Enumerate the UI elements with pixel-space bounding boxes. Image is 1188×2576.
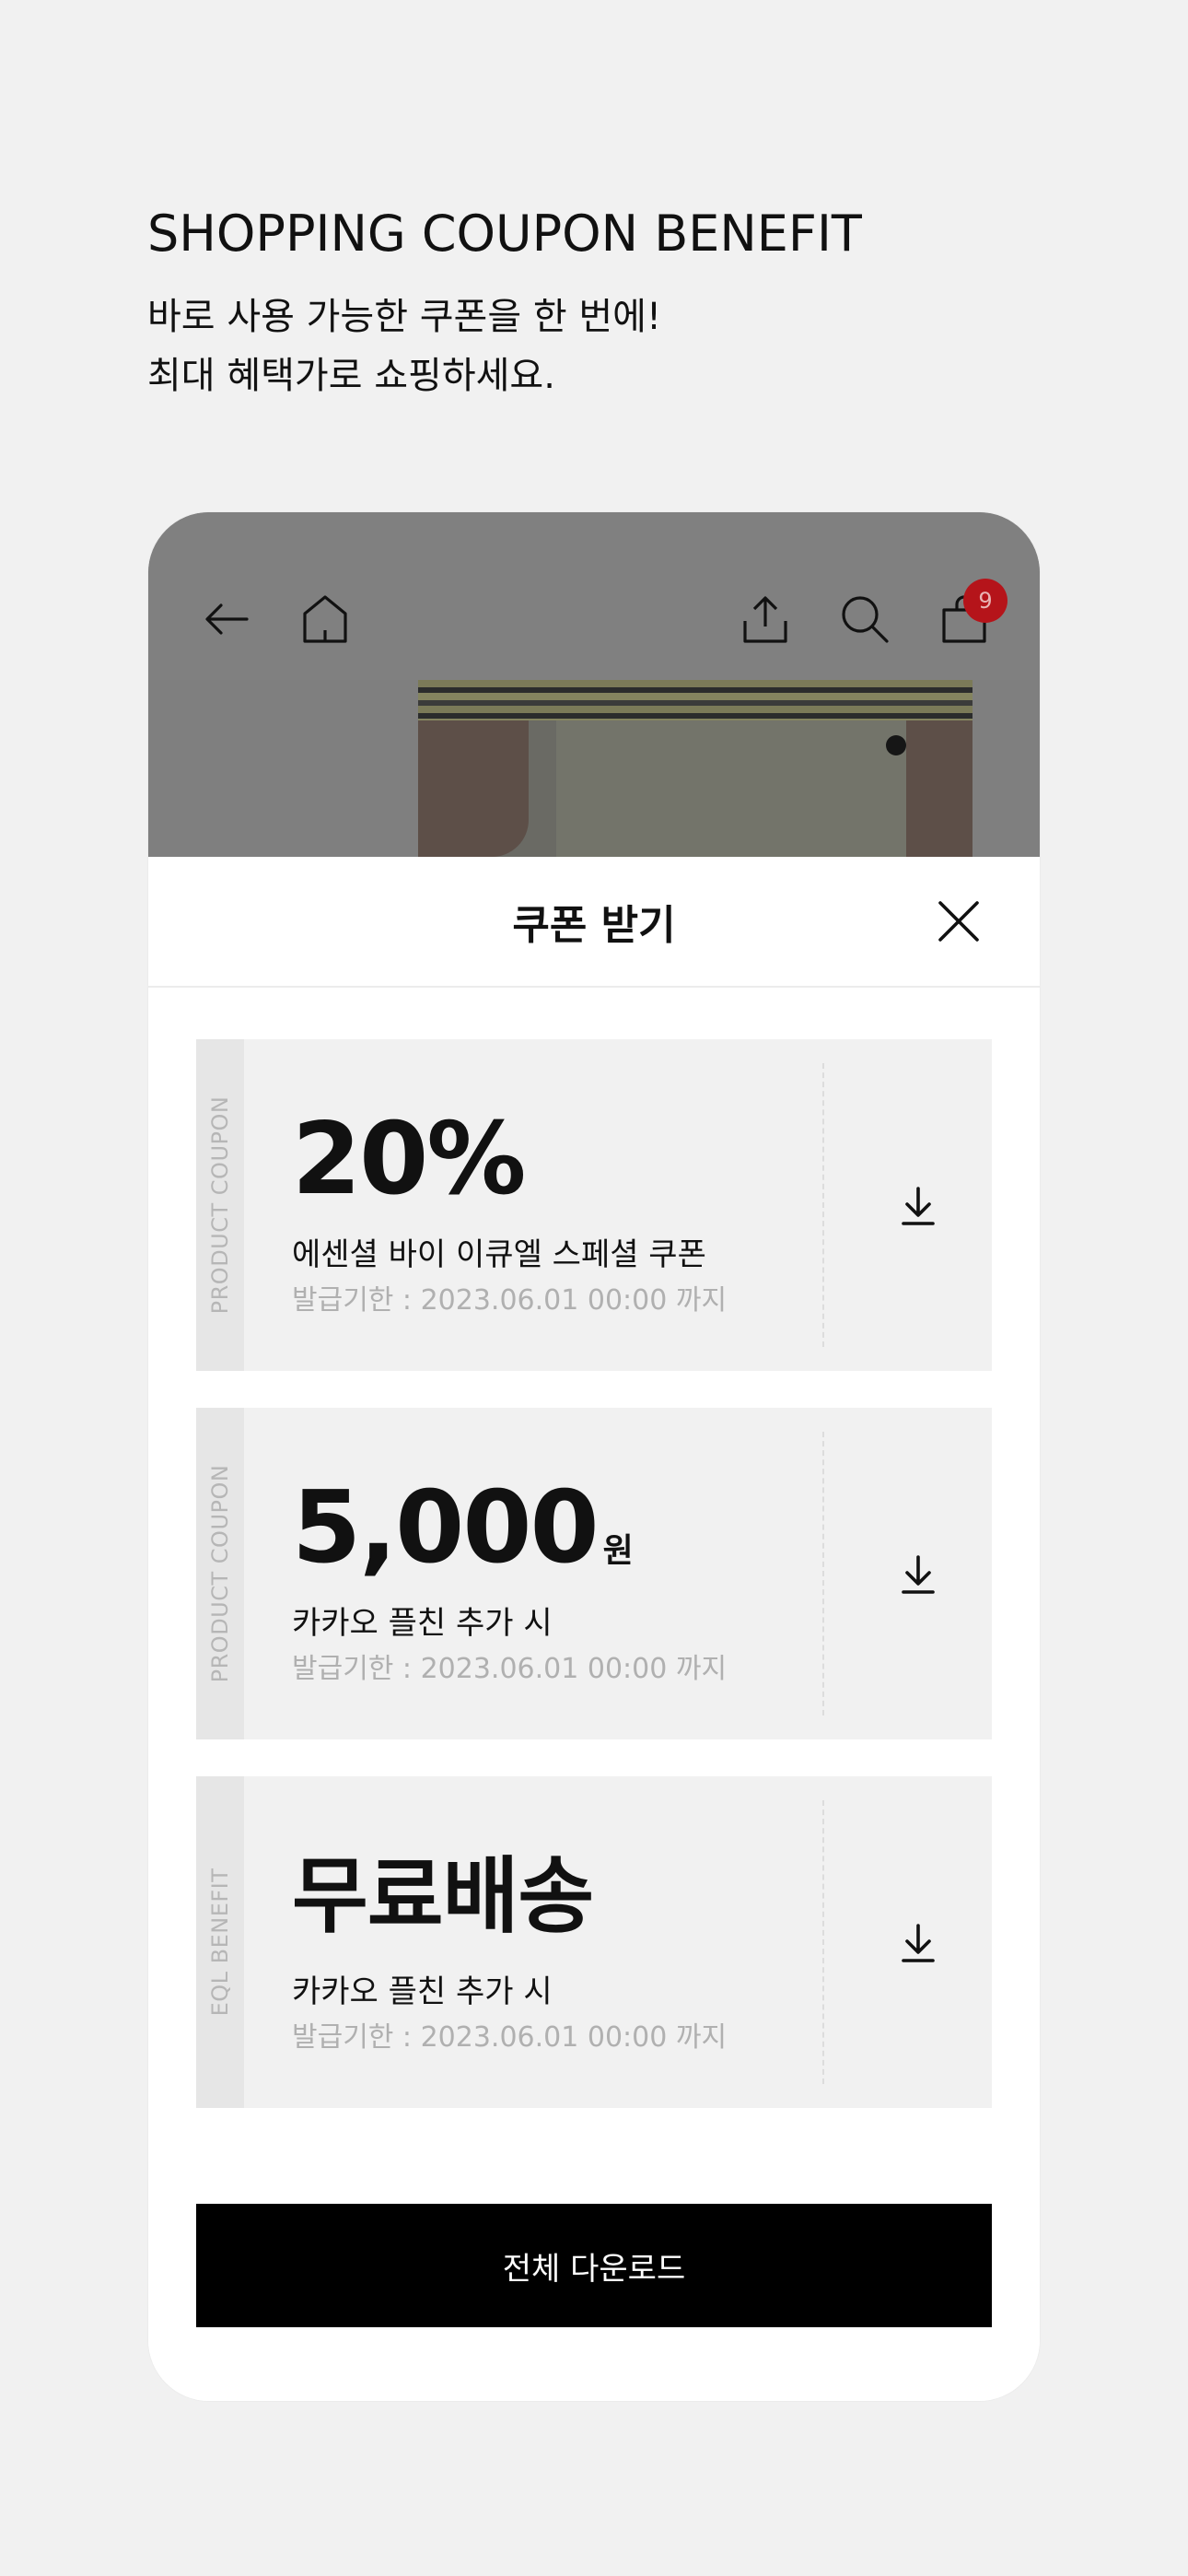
coupon-description: 카카오 플친 추가 시: [292, 1605, 553, 1642]
app-topbar: 9: [148, 512, 1040, 680]
share-icon[interactable]: [738, 591, 793, 647]
coupon-type-label: EQL BENEFIT: [207, 1868, 233, 2017]
download-icon[interactable]: [889, 1913, 948, 1972]
coupon-type-label: PRODUCT COUPON: [207, 1095, 233, 1315]
search-icon[interactable]: [837, 591, 892, 647]
phone-mockup: 9 쿠폰 받기 PRODUCT COUPON 20% 에센셜 바이 이큐엘 스페…: [148, 512, 1040, 2401]
coupon-card[interactable]: PRODUCT COUPON 20% 에센셜 바이 이큐엘 스페셜 쿠폰 발급기…: [196, 1039, 992, 1371]
coupon-description: 에센셜 바이 이큐엘 스페셜 쿠폰: [292, 1236, 706, 1273]
cart-count-badge: 9: [963, 579, 1007, 623]
download-icon[interactable]: [889, 1176, 948, 1235]
coupon-value: 5,000 원: [292, 1470, 634, 1586]
product-image: [418, 680, 973, 857]
coupon-divider: [822, 1800, 824, 2084]
coupon-description: 카카오 플친 추가 시: [292, 1973, 553, 2010]
close-icon[interactable]: [931, 894, 986, 949]
coupon-side-band: EQL BENEFIT: [196, 1776, 244, 2108]
promo-subtitle: 바로 사용 가능한 쿠폰을 한 번에! 최대 혜택가로 쇼핑하세요.: [147, 287, 661, 405]
coupon-value: 무료배송: [292, 1848, 594, 1945]
promo-subtitle-line2: 최대 혜택가로 쇼핑하세요.: [147, 355, 555, 397]
sheet-header: 쿠폰 받기: [148, 857, 1040, 988]
coupon-card[interactable]: EQL BENEFIT 무료배송 카카오 플친 추가 시 발급기한 : 2023…: [196, 1776, 992, 2108]
coupon-expiry: 발급기한 : 2023.06.01 00:00 까지: [292, 1284, 728, 1317]
coupon-divider: [822, 1432, 824, 1715]
promo-subtitle-line1: 바로 사용 가능한 쿠폰을 한 번에!: [147, 296, 662, 338]
coupon-side-band: PRODUCT COUPON: [196, 1408, 244, 1739]
coupon-side-band: PRODUCT COUPON: [196, 1039, 244, 1371]
coupon-unit: 원: [602, 1532, 634, 1570]
home-icon[interactable]: [297, 591, 353, 647]
download-all-button[interactable]: 전체 다운로드: [196, 2204, 992, 2327]
coupon-expiry: 발급기한 : 2023.06.01 00:00 까지: [292, 2021, 728, 2054]
download-icon[interactable]: [889, 1544, 948, 1603]
coupon-type-label: PRODUCT COUPON: [207, 1464, 233, 1683]
sheet-title: 쿠폰 받기: [512, 902, 676, 949]
coupon-card[interactable]: PRODUCT COUPON 5,000 원 카카오 플친 추가 시 발급기한 :…: [196, 1408, 992, 1739]
coupon-divider: [822, 1063, 824, 1347]
arrow-left-icon[interactable]: [199, 591, 254, 647]
coupon-expiry: 발급기한 : 2023.06.01 00:00 까지: [292, 1653, 728, 1685]
coupon-sheet: 쿠폰 받기 PRODUCT COUPON 20% 에센셜 바이 이큐엘 스페셜 …: [148, 857, 1040, 2401]
promo-title: SHOPPING COUPON BENEFIT: [147, 205, 862, 263]
coupon-value: 20%: [292, 1102, 527, 1217]
